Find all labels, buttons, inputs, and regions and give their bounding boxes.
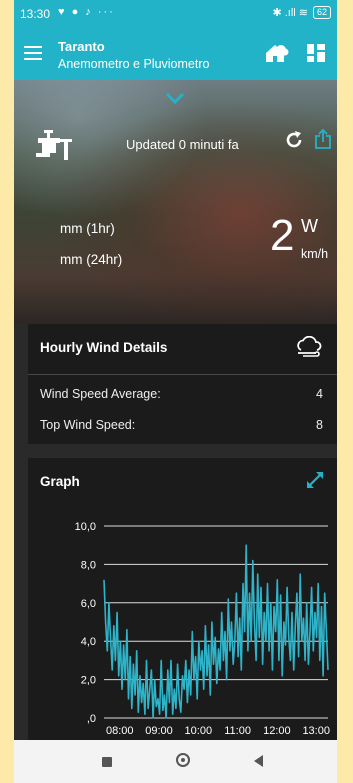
x-tick-label: 11:00 <box>224 725 251 737</box>
wind-speed-value: 2 <box>270 211 295 260</box>
wind-unit: km/h <box>301 247 329 261</box>
rain-1hr-label: mm (1hr) <box>60 221 115 236</box>
wind-cloud-icon <box>297 336 322 357</box>
x-tick-label: 10:00 <box>185 725 213 737</box>
wind-average-value: 4 <box>316 387 323 401</box>
station-name: Taranto <box>58 39 105 54</box>
refresh-icon[interactable] <box>284 130 304 150</box>
phone-screen: 13:30 ♥ ● ♪ ··· ✱ .ıll ≋ 62 Taranto Anem… <box>14 0 337 783</box>
x-tick-label: 13:00 <box>302 725 330 737</box>
x-tick-label: 08:00 <box>106 725 134 737</box>
wind-direction: W <box>301 216 318 236</box>
hourly-wind-panel: Hourly Wind Details Wind Speed Average: … <box>28 324 337 444</box>
signal-wifi-icons: ✱ .ıll ≋ <box>272 7 308 19</box>
wind-chart: 10,0 8,0 6,0 4,0 2,0 ,0 08:00 09:00 10:00 11:00 12… <box>75 521 330 737</box>
weather-station-icon <box>36 130 72 160</box>
dashboard-grid-icon[interactable] <box>307 44 325 62</box>
share-icon[interactable] <box>314 128 332 150</box>
station-subtitle: Anemometro e Pluviometro <box>58 57 210 71</box>
notification-icons: ♥ ● ♪ ··· <box>58 6 115 18</box>
graph-panel: Graph 10,0 8,0 6,0 4,0 2,0,0 08:00 09:00 10:00 1… <box>28 458 337 743</box>
wind-speed-series-line <box>103 544 329 719</box>
y-tick-label: 8,0 <box>81 559 96 571</box>
menu-icon[interactable] <box>24 46 42 64</box>
x-tick-label: 09:00 <box>145 725 173 737</box>
graph-title: Graph <box>40 474 80 489</box>
background-photo <box>14 80 337 324</box>
last-updated: Updated 0 minuti fa <box>126 137 239 152</box>
status-time: 13:30 <box>20 7 51 21</box>
y-tick-label: 4,0 <box>81 636 96 648</box>
android-nav-bar <box>14 740 337 783</box>
system-icons: ✱ .ıll ≋ 62 <box>272 6 331 19</box>
recent-apps-button[interactable] <box>102 757 112 767</box>
y-tick-label: ,0 <box>87 713 96 725</box>
app-bar: Taranto Anemometro e Pluviometro <box>14 28 337 80</box>
hourly-wind-title: Hourly Wind Details <box>40 340 168 355</box>
chevron-down-icon[interactable] <box>165 92 185 104</box>
top-wind-label: Top Wind Speed: <box>40 418 136 432</box>
home-cloud-icon[interactable] <box>263 42 289 64</box>
status-bar: 13:30 ♥ ● ♪ ··· ✱ .ıll ≋ 62 <box>14 0 337 28</box>
wind-average-label: Wind Speed Average: <box>40 387 161 401</box>
battery-icon: 62 <box>312 6 331 19</box>
back-button[interactable] <box>254 755 263 767</box>
y-tick-label: 2,0 <box>81 675 96 687</box>
expand-icon[interactable] <box>305 470 325 490</box>
top-wind-value: 8 <box>316 418 323 432</box>
home-button[interactable] <box>176 753 190 767</box>
y-tick-label: 10,0 <box>75 521 96 533</box>
divider <box>28 374 337 375</box>
rain-24hr-label: mm (24hr) <box>60 252 123 267</box>
x-tick-label: 12:00 <box>263 725 291 737</box>
y-tick-label: 6,0 <box>81 598 96 610</box>
